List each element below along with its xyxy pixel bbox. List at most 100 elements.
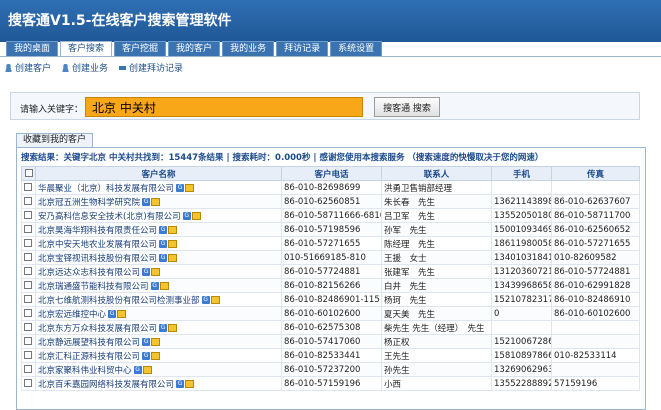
row-checkbox[interactable] xyxy=(24,267,32,275)
customer-name-link[interactable]: 北京百禾嘉园网络科技发展有限公司 xyxy=(38,380,174,390)
search-button[interactable]: 搜客通 搜索 xyxy=(374,97,440,117)
table-row[interactable]: 北京瑞通盛节能科技有限公司 G 86-010-82156266 白井 先生 134399… xyxy=(21,278,640,293)
phone-cell: 86-010-62575308 xyxy=(281,320,382,335)
row-checkbox-cell xyxy=(21,180,36,195)
customer-name-link[interactable]: 北京东方万众科技发展有限公司 xyxy=(38,324,157,334)
chat-icon[interactable] xyxy=(159,282,169,290)
table-row[interactable]: 北京东方万众科技发展有限公司 G 86-010-62575308 柴先生 先生（经理）… xyxy=(21,320,640,335)
google-map-icon[interactable]: G xyxy=(176,184,185,192)
chat-icon[interactable] xyxy=(142,366,152,374)
chat-icon[interactable] xyxy=(210,296,220,304)
customer-name-link[interactable]: 北京七维航测科技股份有限公司检测事业部 xyxy=(38,296,200,306)
tab-6[interactable]: 系统设置 xyxy=(330,41,383,57)
customer-name-link[interactable]: 北京冠五洲生物科学研究院 xyxy=(38,198,140,208)
chat-icon[interactable] xyxy=(191,212,201,220)
tab-3[interactable]: 我的客户 xyxy=(168,41,221,57)
row-checkbox[interactable] xyxy=(24,225,32,233)
chat-icon[interactable] xyxy=(168,324,178,332)
customer-name-link[interactable]: 北京中安天地农业发展有限公司 xyxy=(38,240,157,250)
tab-2[interactable]: 客户挖掘 xyxy=(114,41,167,57)
subnav-item-1[interactable]: 创建业务 xyxy=(61,61,108,74)
subnav-item-2[interactable]: 创建拜访记录 xyxy=(118,61,183,74)
google-map-icon[interactable]: G xyxy=(159,254,168,262)
table-row[interactable]: 北京家聚科伟业科贸中心 G 86-010-57237200 孙先生 1326906296… xyxy=(21,362,640,377)
chat-icon[interactable] xyxy=(151,352,161,360)
table-row[interactable]: 北京宏远维控中心 G 86-010-60102600 夏天美 先生 0 86-010-60… xyxy=(21,306,640,321)
google-map-icon[interactable]: G xyxy=(142,268,151,276)
subnav-item-0[interactable]: 创建客户 xyxy=(4,61,51,74)
table-row[interactable]: 北京昊海华翔科技有限责任公司 G 86-010-57198596 孙军 先生 15001… xyxy=(21,222,640,237)
customer-name-link[interactable]: 北京宝铎视讯科技股份有限公司 xyxy=(38,254,157,264)
chat-icon[interactable] xyxy=(151,268,161,276)
row-checkbox[interactable] xyxy=(24,211,32,219)
google-map-icon[interactable]: G xyxy=(159,226,168,234)
customer-name-link[interactable]: 北京瑞通盛节能科技有限公司 xyxy=(38,282,149,292)
row-checkbox[interactable] xyxy=(24,239,32,247)
chat-icon[interactable] xyxy=(168,226,178,234)
google-map-icon[interactable]: G xyxy=(201,296,210,304)
google-map-icon[interactable]: G xyxy=(108,310,117,318)
table-row[interactable]: 北京静远展望科技有限公司 G 86-010-57417060 杨正权 152100672… xyxy=(21,334,640,349)
customer-name-cell: 北京宝铎视讯科技股份有限公司 G xyxy=(35,250,282,265)
table-row[interactable]: 华晨聚业（北京）科技发展有限公司 G 86-010-82698699 洪勇卫售销部经理 xyxy=(21,180,640,195)
table-row[interactable]: 北京汇科正源科技有限公司 G 86-010-82533441 王先生 158108978… xyxy=(21,348,640,363)
fax-cell xyxy=(551,180,640,195)
tab-0[interactable]: 我的桌面 xyxy=(6,41,59,57)
table-row[interactable]: 北京中安天地农业发展有限公司 G 86-010-57271655 陈经理 先生 1861… xyxy=(21,236,640,251)
row-checkbox[interactable] xyxy=(24,323,32,331)
select-all-checkbox[interactable] xyxy=(24,169,33,177)
table-row[interactable]: 北京七维航测科技股份有限公司检测事业部 G 86-010-82486901-115 杨… xyxy=(21,292,640,307)
row-checkbox[interactable] xyxy=(24,379,32,387)
table-row[interactable]: 北京百禾嘉园网络科技发展有限公司 G 86-010-57159196 小西 135522… xyxy=(21,376,640,391)
row-checkbox[interactable] xyxy=(24,197,32,205)
google-map-icon[interactable]: G xyxy=(176,380,185,388)
tab-4[interactable]: 我的业务 xyxy=(222,41,275,57)
chat-icon[interactable] xyxy=(151,198,161,206)
mobile-cell: 0 xyxy=(491,306,552,321)
row-checkbox[interactable] xyxy=(24,295,32,303)
row-checkbox[interactable] xyxy=(24,337,32,345)
chat-icon[interactable] xyxy=(185,380,195,388)
row-checkbox[interactable] xyxy=(24,365,32,373)
row-checkbox[interactable] xyxy=(24,309,32,317)
customer-name-link[interactable]: 北京宏远维控中心 xyxy=(38,310,106,320)
google-map-icon[interactable]: G xyxy=(159,240,168,248)
row-checkbox[interactable] xyxy=(24,183,32,191)
subnav-item-label: 创建拜访记录 xyxy=(129,63,184,74)
table-row[interactable]: 北京宝铎视讯科技股份有限公司 G 010-51669185-810 王援 女士 1340… xyxy=(21,250,640,265)
chat-icon[interactable] xyxy=(168,240,178,248)
search-input[interactable] xyxy=(85,97,363,117)
google-map-icon[interactable]: G xyxy=(142,352,151,360)
customer-name-link[interactable]: 华晨聚业（北京）科技发展有限公司 xyxy=(38,184,174,194)
google-map-icon[interactable]: G xyxy=(142,198,151,206)
chat-icon[interactable] xyxy=(168,254,178,262)
customer-name-link[interactable]: 北京汇科正源科技有限公司 xyxy=(38,352,140,362)
row-checkbox[interactable] xyxy=(24,351,32,359)
customer-name-cell: 北京远达众志科技有限公司 G xyxy=(35,264,282,279)
customer-name-link[interactable]: 北京家聚科伟业科贸中心 xyxy=(38,366,132,376)
chat-icon[interactable] xyxy=(185,184,195,192)
contact-cell: 洪勇卫售销部经理 xyxy=(381,180,492,195)
table-row[interactable]: 安乃高科信息安全技术(北京)有限公司 G 86-010-58711666-6816 吕… xyxy=(21,208,640,223)
table-row[interactable]: 北京冠五洲生物科学研究院 G 86-010-62560851 朱长春 先生 136211… xyxy=(21,194,640,209)
row-checkbox[interactable] xyxy=(24,253,32,261)
customer-name-link[interactable]: 安乃高科信息安全技术(北京)有限公司 xyxy=(38,212,181,222)
google-map-icon[interactable]: G xyxy=(133,366,142,374)
customer-name-link[interactable]: 北京昊海华翔科技有限责任公司 xyxy=(38,226,157,236)
subnav-item-label: 创建业务 xyxy=(72,63,109,74)
google-map-icon[interactable]: G xyxy=(159,324,168,332)
chat-icon[interactable] xyxy=(117,310,127,318)
phone-cell: 86-010-60102600 xyxy=(281,306,382,321)
table-row[interactable]: 北京远达众志科技有限公司 G 86-010-57724881 张建军 先生 131203… xyxy=(21,264,640,279)
fax-cell xyxy=(551,320,640,335)
add-to-my-customers-button[interactable]: 收藏到我的客户 xyxy=(16,133,94,147)
tab-1[interactable]: 客户搜索 xyxy=(60,41,113,57)
tab-5[interactable]: 拜访记录 xyxy=(276,41,329,57)
google-map-icon[interactable]: G xyxy=(182,212,191,220)
google-map-icon[interactable]: G xyxy=(142,338,151,346)
row-checkbox[interactable] xyxy=(24,281,32,289)
customer-name-link[interactable]: 北京静远展望科技有限公司 xyxy=(38,338,140,348)
google-map-icon[interactable]: G xyxy=(150,282,159,290)
chat-icon[interactable] xyxy=(151,338,161,346)
customer-name-link[interactable]: 北京远达众志科技有限公司 xyxy=(38,268,140,278)
